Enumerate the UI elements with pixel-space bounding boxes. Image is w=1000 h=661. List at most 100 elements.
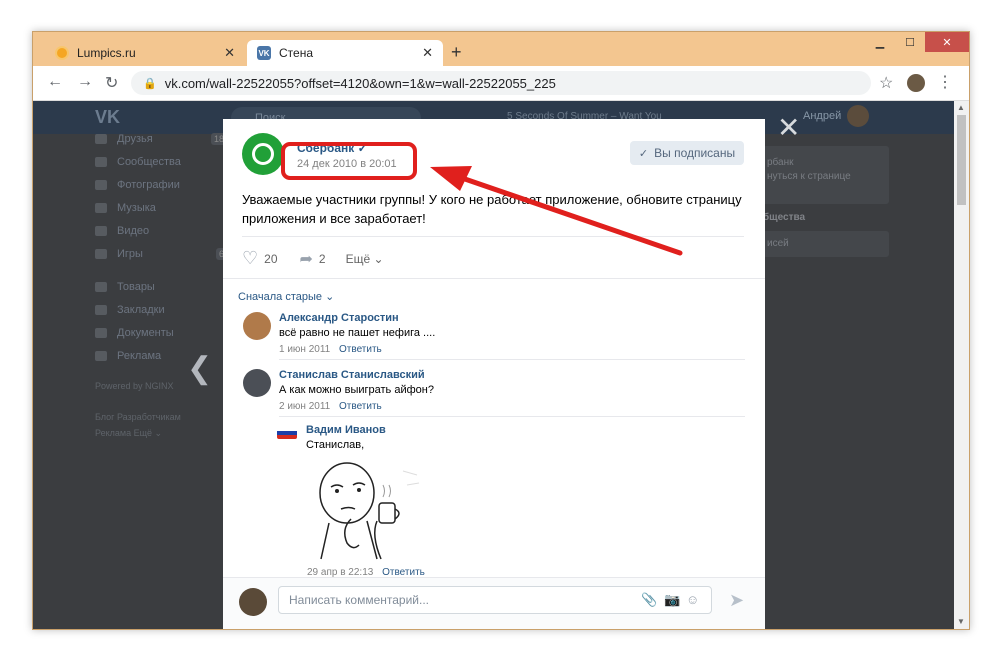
chevron-left-icon[interactable]: ❮ — [187, 351, 212, 386]
right-card-line: рбанк — [767, 157, 794, 168]
maximize-button[interactable]: ☐ — [895, 32, 925, 52]
comment-date[interactable]: 1 июн 2011 — [279, 344, 330, 355]
window-close-button[interactable]: ✕ — [925, 32, 969, 52]
subscribed-label: Вы подписаны — [654, 146, 736, 160]
comment-meta: 2 июн 2011 Ответить — [279, 401, 382, 412]
check-icon: ✓ — [638, 147, 649, 160]
comment-author[interactable]: Станислав Станиславский — [279, 369, 425, 381]
footer-links-line[interactable]: Блог Разработчикам — [95, 409, 225, 425]
title-bar: Lumpics.ru ✕ VK Стена ✕ + ▁ ☐ ✕ — [33, 32, 969, 66]
lumpics-icon — [55, 46, 69, 60]
comment-text: А как можно выиграть айфон? — [279, 384, 434, 396]
window-controls: ▁ ☐ ✕ — [865, 32, 969, 52]
tab-lumpics[interactable]: Lumpics.ru ✕ — [45, 40, 245, 66]
lock-icon: 🔒 — [143, 77, 157, 90]
post-modal: Сбербанк ✓ 24 дек 2010 в 20:01 ✓ Вы подп… — [223, 119, 765, 629]
star-icon — [95, 304, 107, 315]
comment-author[interactable]: Вадим Иванов — [306, 424, 386, 436]
sidebar-item-bookmarks[interactable]: Закладки — [95, 298, 225, 321]
new-tab-button[interactable]: + — [451, 42, 462, 63]
share-count: 2 — [318, 251, 326, 266]
back-button[interactable]: ← — [47, 73, 63, 91]
friends-icon — [95, 133, 107, 144]
close-icon[interactable]: ✕ — [422, 45, 433, 61]
sidebar-item-friends[interactable]: Друзья 18 — [95, 127, 227, 150]
comment-composer: 📎 📷 ☺ ➤ — [223, 577, 765, 629]
profile-avatar[interactable] — [907, 74, 925, 92]
avatar[interactable] — [243, 369, 271, 397]
comment-text: всё равно не пашет нефига .... — [279, 327, 436, 339]
date-highlight-box — [281, 142, 417, 180]
address-bar[interactable]: 🔒 vk.com/wall-22522055?offset=4120&own=1… — [131, 71, 871, 95]
close-icon[interactable]: ✕ — [777, 111, 800, 144]
video-icon — [95, 225, 107, 236]
camera-icon[interactable]: 📷 — [664, 592, 680, 608]
sidebar-item-games[interactable]: Игры 6 — [95, 242, 227, 265]
send-icon[interactable]: ➤ — [729, 590, 744, 611]
footer-links-line[interactable]: Реклама Ещё ⌄ — [95, 425, 225, 441]
url-text: vk.com/wall-22522055?offset=4120&own=1&w… — [164, 75, 556, 91]
reply-link[interactable]: Ответить — [339, 401, 382, 412]
sidebar-item-label: Сообщества — [117, 155, 181, 168]
sidebar-item-photos[interactable]: Фотографии — [95, 173, 225, 196]
heart-icon[interactable]: ♡ — [242, 248, 258, 269]
sidebar: Друзья 18 Сообщества Фотографии Музыка Ви… — [95, 127, 227, 441]
bookmark-star-icon[interactable]: ☆ — [879, 73, 893, 93]
sidebar-item-communities[interactable]: Сообщества — [95, 150, 225, 173]
sidebar-item-documents[interactable]: Документы — [95, 321, 225, 344]
browser-toolbar: ← → ↻ 🔒 vk.com/wall-22522055?offset=4120… — [33, 66, 969, 101]
sidebar-item-goods[interactable]: Товары — [95, 275, 225, 298]
right-card[interactable]: рбанк нуться к странице — [761, 146, 889, 204]
browser-menu-icon[interactable]: ⋮ — [937, 72, 953, 92]
like-count: 20 — [264, 251, 278, 266]
paperclip-icon[interactable]: 📎 — [641, 592, 657, 608]
reply-link[interactable]: Ответить — [339, 344, 382, 355]
divider — [223, 278, 765, 279]
sort-comments-link[interactable]: Сначала старые ⌄ — [238, 290, 334, 303]
scroll-down-icon[interactable]: ▼ — [957, 617, 965, 626]
reload-button[interactable]: ↻ — [105, 73, 118, 93]
divider — [279, 359, 745, 360]
subscribed-button[interactable]: ✓ Вы подписаны — [630, 141, 744, 165]
share-icon[interactable]: ➦ — [300, 249, 313, 269]
right-heading: бщества — [763, 212, 806, 223]
right-card-line: нуться к странице — [767, 171, 851, 182]
gamepad-icon — [95, 248, 107, 259]
avatar[interactable] — [847, 105, 869, 127]
divider — [279, 416, 745, 417]
avatar[interactable] — [243, 312, 271, 340]
more-button[interactable]: Ещё ⌄ — [346, 252, 384, 266]
bag-icon — [95, 281, 107, 292]
meme-sticker-image[interactable] — [307, 461, 423, 561]
avatar[interactable] — [239, 588, 267, 616]
user-name[interactable]: Андрей — [803, 110, 841, 122]
tab-title: Стена — [279, 46, 314, 60]
sidebar-item-video[interactable]: Видео — [95, 219, 225, 242]
right-card-2[interactable]: исей — [761, 231, 889, 257]
scroll-up-icon[interactable]: ▲ — [957, 103, 965, 112]
sidebar-item-label: Музыка — [117, 201, 156, 214]
minimize-button[interactable]: ▁ — [865, 32, 895, 52]
tab-wall[interactable]: VK Стена ✕ — [247, 40, 443, 66]
vk-logo[interactable]: VK — [95, 107, 120, 128]
sberbank-logo[interactable] — [242, 133, 284, 175]
sidebar-item-label: Документы — [117, 326, 174, 339]
document-icon — [95, 327, 107, 338]
camera-icon — [95, 179, 107, 190]
comment-meta: 1 июн 2011 Ответить — [279, 344, 382, 355]
sidebar-item-label: Друзья — [117, 132, 153, 145]
page-scrollbar[interactable]: ▲ ▼ — [954, 101, 969, 629]
comment-author[interactable]: Александр Старостин — [279, 312, 399, 324]
smile-icon[interactable]: ☺ — [686, 592, 699, 607]
page-viewport: VK Поиск 5 Seconds Of Summer – Want You … — [33, 101, 954, 629]
close-icon[interactable]: ✕ — [224, 45, 235, 61]
forward-button[interactable]: → — [77, 73, 93, 91]
comment-date[interactable]: 2 июн 2011 — [279, 401, 330, 412]
scroll-thumb[interactable] — [957, 115, 966, 205]
sidebar-item-music[interactable]: Музыка — [95, 196, 225, 219]
sidebar-item-label: Реклама — [117, 349, 162, 362]
post-text: Уважаемые участники группы! У кого не ра… — [242, 192, 742, 226]
communities-icon — [95, 156, 107, 167]
megaphone-icon — [95, 350, 107, 361]
russia-flag-icon[interactable] — [277, 427, 297, 439]
